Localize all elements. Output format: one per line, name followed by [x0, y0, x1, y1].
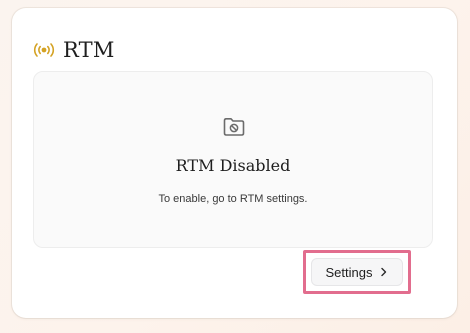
- folder-prohibited-icon: [222, 116, 246, 138]
- status-description: To enable, go to RTM settings.: [158, 193, 308, 205]
- card-title: RTM: [63, 38, 115, 62]
- settings-highlight: Settings: [303, 250, 411, 294]
- card-header: RTM: [33, 36, 115, 64]
- broadcast-signal-icon: [33, 42, 55, 58]
- settings-button[interactable]: Settings: [311, 258, 403, 286]
- chevron-right-icon: [380, 267, 388, 277]
- status-heading: RTM Disabled: [175, 156, 291, 175]
- settings-button-label: Settings: [325, 264, 373, 280]
- rtm-status-panel: RTM Disabled To enable, go to RTM settin…: [33, 71, 433, 248]
